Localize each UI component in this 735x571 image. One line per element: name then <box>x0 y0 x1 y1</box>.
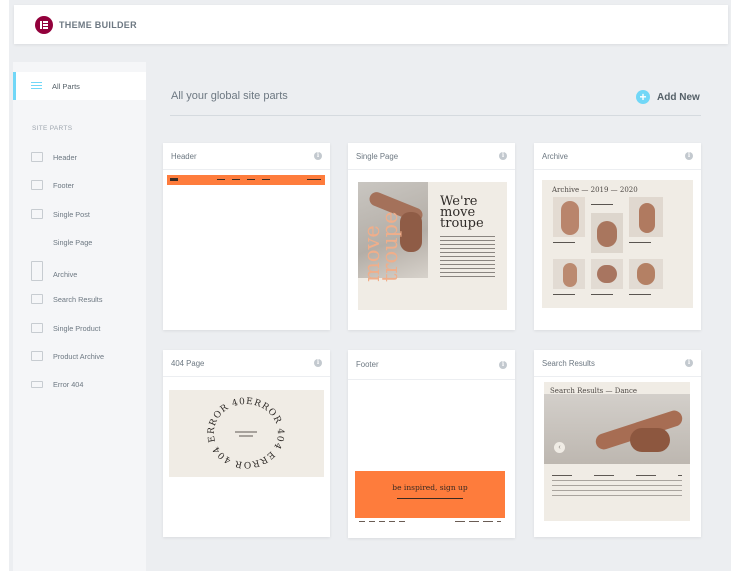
site-part-card-footer[interactable]: Footer i be inspired, sign up <box>348 350 515 538</box>
info-icon[interactable]: i <box>685 152 693 160</box>
sidebar-item-label: Header <box>53 152 77 162</box>
sidebar-item-search-results[interactable]: Search Results <box>31 292 102 306</box>
single-post-icon <box>31 209 43 219</box>
archive-icon <box>31 261 43 281</box>
sidebar-item-footer[interactable]: Footer <box>31 178 74 192</box>
single-page-preview: move troupe We're move troupe <box>358 182 507 310</box>
site-part-card-single-page[interactable]: Single Page i move troupe We're move tro… <box>348 143 515 330</box>
page-heading: We're move troupe <box>440 194 484 231</box>
sidebar-item-single-page[interactable]: Single Page <box>31 235 92 249</box>
error-ring-graphic: ERROR 404 ERROR 404 ERROR 404 <box>169 390 285 469</box>
sidebar-item-label: Search Results <box>53 294 103 304</box>
page-title: All your global site parts <box>171 90 288 102</box>
error-404-icon <box>31 380 43 388</box>
prev-arrow-icon: ‹ <box>554 442 565 453</box>
search-results-preview: Search Results — Dance ‹ <box>544 382 690 521</box>
sidebar-item-all-parts[interactable]: All Parts <box>13 72 146 100</box>
footer-cta: be inspired, sign up <box>392 483 468 492</box>
sidebar-item-label: Single Product <box>53 323 101 333</box>
sidebar-item-single-product[interactable]: Single Product <box>31 321 100 335</box>
elementor-logo-icon <box>35 15 53 34</box>
sidebar-item-product-archive[interactable]: Product Archive <box>31 349 104 363</box>
header-layout-icon <box>31 152 43 162</box>
sidebar-item-error-404[interactable]: Error 404 <box>31 377 83 391</box>
app-title: THEME BUILDER <box>59 19 137 30</box>
error-404-preview: ERROR 404 ERROR 404 ERROR 404 <box>169 390 324 477</box>
top-bar: THEME BUILDER <box>14 5 728 44</box>
sidebar-item-archive[interactable]: Archive <box>31 259 77 283</box>
card-title: Search Results <box>542 358 595 368</box>
sidebar-item-label: Archive <box>53 269 78 279</box>
archive-heading: Archive — 2019 — 2020 <box>552 186 638 194</box>
sidebar-item-label: Footer <box>53 180 75 190</box>
section-label: SITE PARTS <box>32 125 73 132</box>
card-title: Footer <box>356 360 379 369</box>
sidebar-item-label: Product Archive <box>53 351 105 361</box>
single-product-icon <box>31 323 43 333</box>
plus-icon: + <box>636 90 650 104</box>
site-part-card-header[interactable]: Header i <box>163 143 330 330</box>
card-title: Archive <box>542 151 568 161</box>
sidebar-item-label: Single Post <box>53 209 90 219</box>
add-new-label: Add New <box>657 91 700 103</box>
sidebar-item-single-post[interactable]: Single Post <box>31 207 90 221</box>
card-title: Single Page <box>356 151 399 161</box>
sidebar-item-header[interactable]: Header <box>31 150 77 164</box>
vertical-title: move troupe <box>360 211 402 282</box>
divider <box>170 115 701 116</box>
info-icon[interactable]: i <box>499 360 507 369</box>
product-archive-icon <box>31 351 43 361</box>
header-preview <box>167 175 325 185</box>
site-part-card-search-results[interactable]: Search Results i Search Results — Dance … <box>534 350 701 537</box>
info-icon[interactable]: i <box>314 152 322 160</box>
site-part-card-archive[interactable]: Archive i Archive — 2019 — 2020 <box>534 143 701 330</box>
info-icon[interactable]: i <box>314 359 322 367</box>
info-icon[interactable]: i <box>685 359 693 367</box>
sidebar-item-label: Error 404 <box>53 379 84 389</box>
info-icon[interactable]: i <box>499 152 507 160</box>
card-title: 404 Page <box>171 358 205 368</box>
svg-text:ERROR 404 ERROR 404 ERROR 404: ERROR 404 ERROR 404 ERROR 404 <box>169 390 285 469</box>
hero-photo: ‹ <box>544 394 690 464</box>
search-results-icon <box>31 294 43 304</box>
sidebar-item-label: Single Page <box>53 237 93 247</box>
footer-layout-icon <box>31 180 43 190</box>
card-title: Header <box>171 151 197 161</box>
add-new-button[interactable]: + Add New <box>636 90 700 104</box>
sidebar: All Parts SITE PARTS Header Footer Singl… <box>13 62 146 571</box>
site-part-card-404-page[interactable]: 404 Page i ERROR 404 ERROR 404 ERROR 404 <box>163 350 330 537</box>
sidebar-item-label: All Parts <box>52 81 80 91</box>
footer-preview: be inspired, sign up <box>355 471 505 526</box>
filter-lines-icon <box>31 82 42 90</box>
archive-preview: Archive — 2019 — 2020 <box>542 180 693 308</box>
